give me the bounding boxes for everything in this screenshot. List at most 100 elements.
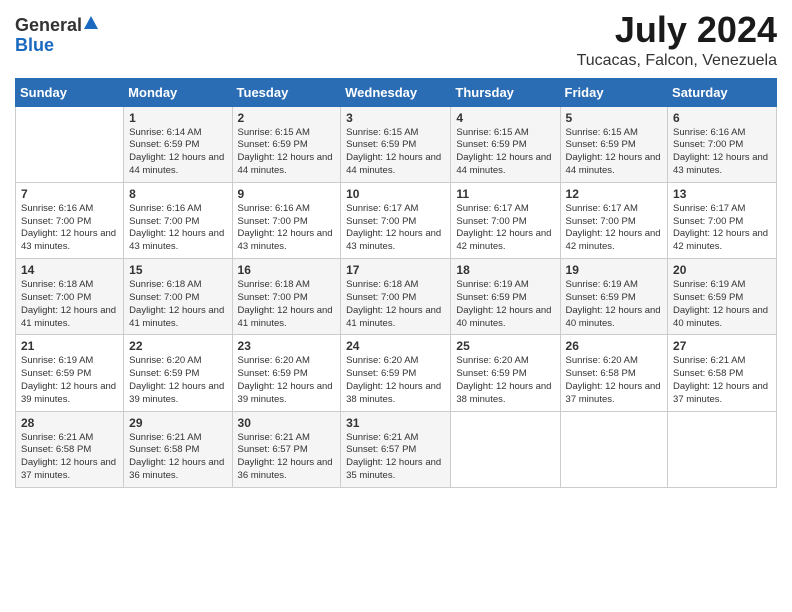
col-sunday: Sunday [16, 78, 124, 106]
day-info: Sunrise: 6:18 AM Sunset: 7:00 PM Dayligh… [346, 279, 445, 330]
col-tuesday: Tuesday [232, 78, 341, 106]
table-cell [560, 411, 668, 487]
table-cell: 21 Sunrise: 6:19 AM Sunset: 6:59 PM Dayli… [16, 335, 124, 411]
day-number: 24 [346, 339, 445, 353]
logo-triangle-icon [83, 15, 99, 35]
day-info: Sunrise: 6:18 AM Sunset: 7:00 PM Dayligh… [129, 279, 226, 330]
table-cell: 9 Sunrise: 6:16 AM Sunset: 7:00 PM Daylig… [232, 182, 341, 258]
table-cell: 14 Sunrise: 6:18 AM Sunset: 7:00 PM Dayli… [16, 259, 124, 335]
day-number: 26 [566, 339, 663, 353]
table-cell: 1 Sunrise: 6:14 AM Sunset: 6:59 PM Daylig… [124, 106, 232, 182]
day-info: Sunrise: 6:20 AM Sunset: 6:58 PM Dayligh… [566, 355, 663, 406]
col-monday: Monday [124, 78, 232, 106]
table-cell: 11Sunrise: 6:17 AM Sunset: 7:00 PM Dayli… [451, 182, 560, 258]
day-number: 20 [673, 263, 771, 277]
page: General Blue July 2024 Tucacas, Falcon, … [0, 0, 792, 612]
table-cell [16, 106, 124, 182]
day-info: Sunrise: 6:14 AM Sunset: 6:59 PM Dayligh… [129, 127, 226, 178]
table-cell: 6Sunrise: 6:16 AM Sunset: 7:00 PM Daylig… [668, 106, 777, 182]
table-cell: 16 Sunrise: 6:18 AM Sunset: 7:00 PM Dayli… [232, 259, 341, 335]
location-subtitle: Tucacas, Falcon, Venezuela [577, 52, 777, 70]
week-row-1: 1 Sunrise: 6:14 AM Sunset: 6:59 PM Daylig… [16, 106, 777, 182]
day-number: 1 [129, 111, 226, 125]
table-cell: 2Sunrise: 6:15 AM Sunset: 6:59 PM Daylig… [232, 106, 341, 182]
day-info: Sunrise: 6:17 AM Sunset: 7:00 PM Dayligh… [673, 203, 771, 254]
day-number: 8 [129, 187, 226, 201]
day-number: 28 [21, 416, 118, 430]
table-cell: 29Sunrise: 6:21 AM Sunset: 6:58 PM Dayli… [124, 411, 232, 487]
day-info: Sunrise: 6:20 AM Sunset: 6:59 PM Dayligh… [456, 355, 554, 406]
col-friday: Friday [560, 78, 668, 106]
day-number: 29 [129, 416, 226, 430]
title-section: July 2024 Tucacas, Falcon, Venezuela [577, 10, 777, 70]
day-info: Sunrise: 6:15 AM Sunset: 6:59 PM Dayligh… [456, 127, 554, 178]
month-year-title: July 2024 [577, 10, 777, 50]
day-number: 16 [238, 263, 336, 277]
day-info: Sunrise: 6:21 AM Sunset: 6:57 PM Dayligh… [346, 432, 445, 483]
day-number: 27 [673, 339, 771, 353]
day-info: Sunrise: 6:18 AM Sunset: 7:00 PM Dayligh… [21, 279, 118, 330]
day-number: 31 [346, 416, 445, 430]
day-number: 2 [238, 111, 336, 125]
day-info: Sunrise: 6:18 AM Sunset: 7:00 PM Dayligh… [238, 279, 336, 330]
table-cell: 5Sunrise: 6:15 AM Sunset: 6:59 PM Daylig… [560, 106, 668, 182]
day-info: Sunrise: 6:15 AM Sunset: 6:59 PM Dayligh… [346, 127, 445, 178]
calendar-header-row: Sunday Monday Tuesday Wednesday Thursday… [16, 78, 777, 106]
day-info: Sunrise: 6:16 AM Sunset: 7:00 PM Dayligh… [673, 127, 771, 178]
day-number: 30 [238, 416, 336, 430]
day-info: Sunrise: 6:19 AM Sunset: 6:59 PM Dayligh… [456, 279, 554, 330]
day-number: 25 [456, 339, 554, 353]
day-number: 7 [21, 187, 118, 201]
header: General Blue July 2024 Tucacas, Falcon, … [15, 10, 777, 70]
day-number: 18 [456, 263, 554, 277]
day-info: Sunrise: 6:17 AM Sunset: 7:00 PM Dayligh… [456, 203, 554, 254]
table-cell: 25 Sunrise: 6:20 AM Sunset: 6:59 PM Dayli… [451, 335, 560, 411]
table-cell [668, 411, 777, 487]
day-number: 3 [346, 111, 445, 125]
table-cell: 17 Sunrise: 6:18 AM Sunset: 7:00 PM Dayli… [341, 259, 451, 335]
day-info: Sunrise: 6:15 AM Sunset: 6:59 PM Dayligh… [566, 127, 663, 178]
day-info: Sunrise: 6:16 AM Sunset: 7:00 PM Dayligh… [238, 203, 336, 254]
day-info: Sunrise: 6:20 AM Sunset: 6:59 PM Dayligh… [238, 355, 336, 406]
table-cell: 12Sunrise: 6:17 AM Sunset: 7:00 PM Dayli… [560, 182, 668, 258]
table-cell: 7Sunrise: 6:16 AM Sunset: 7:00 PM Daylig… [16, 182, 124, 258]
table-cell: 4 Sunrise: 6:15 AM Sunset: 6:59 PM Daylig… [451, 106, 560, 182]
week-row-5: 28 Sunrise: 6:21 AM Sunset: 6:58 PM Dayli… [16, 411, 777, 487]
day-number: 19 [566, 263, 663, 277]
day-info: Sunrise: 6:21 AM Sunset: 6:57 PM Dayligh… [238, 432, 336, 483]
table-cell: 19 Sunrise: 6:19 AM Sunset: 6:59 PM Dayli… [560, 259, 668, 335]
day-info: Sunrise: 6:21 AM Sunset: 6:58 PM Dayligh… [673, 355, 771, 406]
table-cell: 31 Sunrise: 6:21 AM Sunset: 6:57 PM Dayli… [341, 411, 451, 487]
table-cell: 23 Sunrise: 6:20 AM Sunset: 6:59 PM Dayli… [232, 335, 341, 411]
table-cell: 24 Sunrise: 6:20 AM Sunset: 6:59 PM Dayli… [341, 335, 451, 411]
day-info: Sunrise: 6:20 AM Sunset: 6:59 PM Dayligh… [346, 355, 445, 406]
day-info: Sunrise: 6:19 AM Sunset: 6:59 PM Dayligh… [566, 279, 663, 330]
week-row-2: 7 Sunrise: 6:16 AM Sunset: 7:00 PM Daylig… [16, 182, 777, 258]
day-info: Sunrise: 6:17 AM Sunset: 7:00 PM Dayligh… [346, 203, 445, 254]
day-info: Sunrise: 6:21 AM Sunset: 6:58 PM Dayligh… [21, 432, 118, 483]
table-cell [451, 411, 560, 487]
table-cell: 3 Sunrise: 6:15 AM Sunset: 6:59 PM Daylig… [341, 106, 451, 182]
day-number: 9 [238, 187, 336, 201]
day-number: 4 [456, 111, 554, 125]
logo-blue-text: Blue [15, 35, 54, 55]
day-info: Sunrise: 6:19 AM Sunset: 6:59 PM Dayligh… [21, 355, 118, 406]
day-info: Sunrise: 6:19 AM Sunset: 6:59 PM Dayligh… [673, 279, 771, 330]
table-cell: 28 Sunrise: 6:21 AM Sunset: 6:58 PM Dayli… [16, 411, 124, 487]
day-number: 13 [673, 187, 771, 201]
logo: General Blue [15, 10, 100, 56]
calendar-table: Sunday Monday Tuesday Wednesday Thursday… [15, 78, 777, 488]
day-number: 21 [21, 339, 118, 353]
day-number: 14 [21, 263, 118, 277]
col-thursday: Thursday [451, 78, 560, 106]
day-number: 23 [238, 339, 336, 353]
table-cell: 20 Sunrise: 6:19 AM Sunset: 6:59 PM Dayli… [668, 259, 777, 335]
table-cell: 27 Sunrise: 6:21 AM Sunset: 6:58 PM Dayli… [668, 335, 777, 411]
week-row-3: 14 Sunrise: 6:18 AM Sunset: 7:00 PM Dayli… [16, 259, 777, 335]
table-cell: 10Sunrise: 6:17 AM Sunset: 7:00 PM Dayli… [341, 182, 451, 258]
table-cell: 8Sunrise: 6:16 AM Sunset: 7:00 PM Daylig… [124, 182, 232, 258]
day-number: 17 [346, 263, 445, 277]
table-cell: 22Sunrise: 6:20 AM Sunset: 6:59 PM Dayli… [124, 335, 232, 411]
week-row-4: 21 Sunrise: 6:19 AM Sunset: 6:59 PM Dayli… [16, 335, 777, 411]
day-number: 12 [566, 187, 663, 201]
